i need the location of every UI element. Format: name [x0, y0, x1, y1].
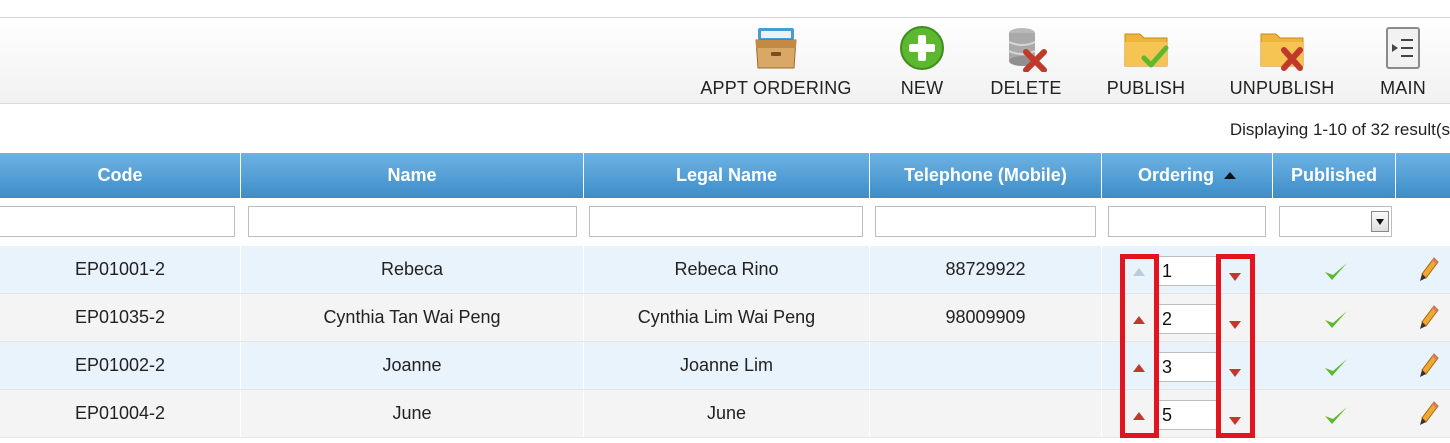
column-header-published[interactable]: Published [1273, 153, 1396, 198]
telephone-cell: 88729922 [870, 246, 1102, 293]
code-filter-input[interactable] [0, 206, 235, 237]
appt-ordering-button[interactable]: APPT ORDERING [692, 18, 860, 104]
telephone-cell [870, 390, 1102, 437]
move-down-highlight [1216, 254, 1255, 438]
edit-pencil-icon[interactable] [1418, 352, 1440, 380]
column-header-ordering[interactable]: Ordering [1102, 153, 1273, 198]
published-check-icon[interactable] [1322, 404, 1350, 428]
column-header-actions [1396, 153, 1450, 198]
filter-row [0, 198, 1450, 246]
column-header-name[interactable]: Name [241, 153, 584, 198]
edit-pencil-icon[interactable] [1418, 256, 1440, 284]
edit-pencil-icon[interactable] [1418, 400, 1440, 428]
ordering-input[interactable]: 1 [1158, 256, 1218, 286]
name-cell: Cynthia Tan Wai Peng [241, 294, 584, 341]
name-filter-input[interactable] [248, 206, 577, 237]
admin-list-page: APPT ORDERING NEW DELETE PUBLISH UNPUBLI… [0, 0, 1450, 443]
legal-name-filter-input[interactable] [589, 206, 863, 237]
new-label: NEW [900, 78, 944, 98]
unpublish-button[interactable]: UNPUBLISH [1222, 18, 1342, 104]
code-cell: EP01035-2 [0, 294, 241, 341]
database-delete-icon [1008, 28, 1047, 72]
move-up-highlight [1120, 254, 1159, 438]
name-cell: Joanne [241, 342, 584, 389]
publish-button[interactable]: PUBLISH [1096, 18, 1196, 104]
legal-name-cell: June [584, 390, 870, 437]
main-button[interactable]: MAIN [1370, 18, 1436, 104]
delete-button[interactable]: DELETE [980, 18, 1072, 104]
legal-name-cell: Rebeca Rino [584, 246, 870, 293]
column-header-legal-name[interactable]: Legal Name [584, 153, 870, 198]
legal-name-cell: Cynthia Lim Wai Peng [584, 294, 870, 341]
folder-check-icon [1124, 33, 1169, 68]
publish-label: PUBLISH [1106, 78, 1186, 98]
name-cell: Rebeca [241, 246, 584, 293]
column-header-ordering-label: Ordering [1137, 165, 1214, 185]
published-check-icon[interactable] [1322, 260, 1350, 284]
ordering-input[interactable]: 2 [1158, 304, 1218, 334]
published-check-icon[interactable] [1322, 356, 1350, 380]
published-filter-select[interactable] [1279, 206, 1392, 237]
ordering-filter-input[interactable] [1108, 206, 1266, 237]
telephone-cell: 98009909 [870, 294, 1102, 341]
top-strip [0, 0, 1450, 18]
code-cell: EP01001-2 [0, 246, 241, 293]
delete-label: DELETE [990, 78, 1062, 98]
published-check-icon[interactable] [1322, 308, 1350, 332]
column-header-code[interactable]: Code [0, 153, 241, 198]
column-header-telephone[interactable]: Telephone (Mobile) [870, 153, 1102, 198]
legal-name-cell: Joanne Lim [584, 342, 870, 389]
add-icon [900, 26, 944, 70]
chevron-down-icon[interactable] [1371, 211, 1389, 232]
ordering-input[interactable]: 3 [1158, 352, 1218, 382]
telephone-cell [870, 342, 1102, 389]
telephone-filter-input[interactable] [875, 206, 1096, 237]
results-count: Displaying 1-10 of 32 result(s [1229, 120, 1450, 139]
new-button[interactable]: NEW [880, 18, 964, 104]
main-label: MAIN [1380, 78, 1426, 98]
name-cell: June [241, 390, 584, 437]
toolbar: APPT ORDERING NEW DELETE PUBLISH UNPUBLI… [0, 18, 1450, 104]
edit-pencil-icon[interactable] [1418, 304, 1440, 332]
code-cell: EP01004-2 [0, 390, 241, 437]
appt-ordering-label: APPT ORDERING [700, 78, 852, 98]
code-cell: EP01002-2 [0, 342, 241, 389]
drawer-icon [755, 28, 797, 69]
unpublish-label: UNPUBLISH [1229, 78, 1335, 98]
list-icon [1386, 27, 1420, 69]
ordering-input[interactable]: 5 [1158, 400, 1218, 430]
sort-ascending-icon [1224, 172, 1236, 179]
folder-x-icon [1260, 33, 1304, 71]
